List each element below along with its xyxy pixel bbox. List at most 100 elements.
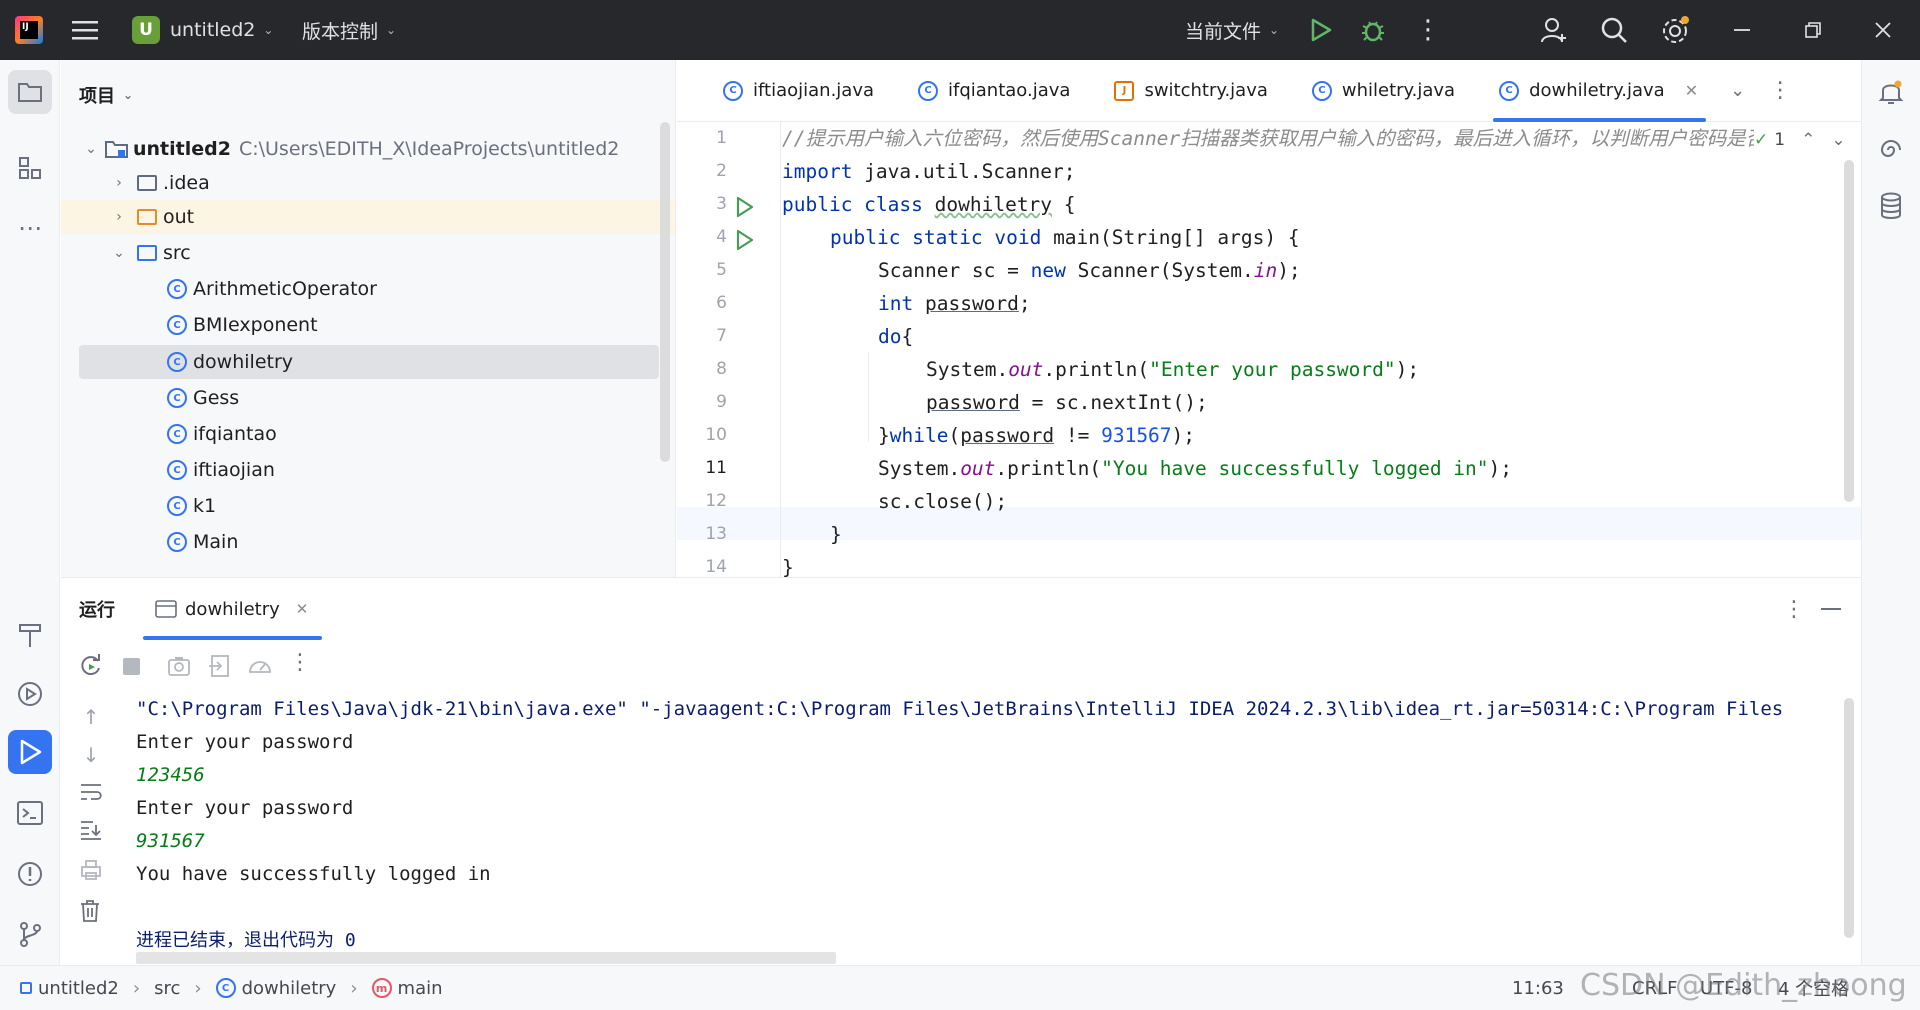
tree-item-class[interactable]: C Main: [167, 525, 747, 559]
tree-root-untitled2[interactable]: ⌄ untitled2 C:\Users\EDITH_X\IdeaProject…: [81, 132, 661, 166]
more-vertical-icon[interactable]: ⋮: [289, 650, 311, 675]
more-actions-button[interactable]: ⋮: [1415, 0, 1441, 60]
java-class-icon: C: [167, 460, 187, 480]
console-horizontal-scrollbar[interactable]: [136, 952, 836, 964]
tree-item-idea[interactable]: › .idea: [109, 166, 689, 200]
camera-icon[interactable]: [167, 655, 191, 677]
settings-button[interactable]: [1660, 0, 1690, 60]
main-menu-button[interactable]: [72, 0, 98, 60]
code-text: .println(: [1043, 358, 1150, 381]
close-tab-icon[interactable]: ✕: [296, 600, 309, 618]
problems-tool-button[interactable]: [8, 852, 52, 896]
breadcrumb-project[interactable]: untitled2: [20, 978, 119, 999]
search-everywhere-button[interactable]: [1600, 0, 1628, 60]
watermark-text: CSDN @Edith_zhoong: [1580, 968, 1907, 1003]
inspection-widget[interactable]: ✓ 1 ⌃ ⌄: [1754, 126, 1854, 154]
run-class-gutter-icon[interactable]: [735, 196, 755, 218]
breadcrumb-src[interactable]: src: [154, 978, 180, 999]
close-icon: [1875, 22, 1891, 38]
console-output[interactable]: "C:\Program Files\Java\jdk-21\bin\java.e…: [136, 693, 1848, 958]
tab-label: whiletry.java: [1341, 80, 1456, 101]
trash-icon[interactable]: [79, 899, 103, 923]
java-class-icon: C: [167, 532, 187, 552]
chevron-down-icon: ⌄: [263, 23, 274, 37]
database-tool-button[interactable]: [1869, 184, 1913, 228]
tab-switchtry[interactable]: J switchtry.java: [1092, 60, 1289, 122]
vcs-menu[interactable]: 版本控制 ⌄: [302, 0, 396, 60]
java-class-icon: C: [918, 80, 938, 101]
user-add-icon: [1541, 18, 1566, 43]
code-editor: C iftiaojian.java C ifqiantao.java J swi…: [677, 60, 1861, 577]
caret-position[interactable]: 11:63: [1512, 978, 1564, 999]
static-field: out: [960, 457, 996, 480]
editor-scrollbar[interactable]: [1844, 160, 1854, 502]
gutter-divider: [780, 122, 781, 577]
project-switcher[interactable]: U untitled2 ⌄: [132, 0, 273, 60]
tree-item-out[interactable]: › out: [61, 200, 675, 234]
build-tool-button[interactable]: [8, 613, 52, 657]
intellij-logo-icon[interactable]: IJ: [15, 16, 43, 44]
line-number-current: 11: [705, 458, 727, 478]
tab-more-button[interactable]: ⋮: [1755, 60, 1805, 122]
chevron-down-icon[interactable]: ⌄: [1831, 130, 1845, 150]
debug-button[interactable]: [1360, 0, 1386, 60]
code-area[interactable]: //提示用户输入六位密码，然后使用Scanner扫描器类获取用户输入的密码，最后…: [782, 122, 1842, 577]
tab-list-button[interactable]: ⌄: [1720, 60, 1755, 122]
console-vertical-scrollbar[interactable]: [1844, 698, 1854, 938]
chevron-down-icon: ⌄: [1730, 80, 1746, 101]
print-icon[interactable]: [79, 859, 103, 883]
chevron-up-icon[interactable]: ⌃: [1801, 130, 1815, 150]
project-scrollbar[interactable]: [660, 122, 670, 462]
code-line-10: }while(password != 931567);: [878, 419, 1195, 452]
line-number: 4: [716, 227, 727, 247]
services-tool-button[interactable]: [8, 672, 52, 716]
close-tab-icon[interactable]: ✕: [1685, 81, 1698, 100]
run-tool-button[interactable]: [8, 730, 52, 774]
notifications-button[interactable]: [1869, 70, 1913, 114]
arrow-up-icon[interactable]: ↑: [79, 705, 103, 729]
module-icon: [20, 982, 32, 994]
code-line-3: public class dowhiletry {: [782, 188, 1076, 221]
run-config-selector[interactable]: 当前文件 ⌄: [1185, 0, 1279, 60]
structure-tool-button[interactable]: [8, 146, 52, 190]
variable: password: [960, 424, 1055, 447]
close-window-button[interactable]: [1873, 0, 1893, 60]
tab-iftiaojian[interactable]: C iftiaojian.java: [677, 60, 896, 122]
minimize-button[interactable]: [1732, 0, 1752, 60]
minimize-panel-icon[interactable]: [1821, 608, 1841, 612]
chevron-down-icon: ⌄: [113, 245, 125, 261]
code-text: = sc.nextInt();: [1019, 391, 1208, 414]
project-tool-button[interactable]: [8, 70, 52, 114]
chevron-right-icon: ›: [194, 977, 202, 999]
terminal-tool-button[interactable]: [8, 791, 52, 835]
tree-item-class-selected[interactable]: C dowhiletry: [79, 345, 659, 379]
breadcrumb-class[interactable]: C dowhiletry: [215, 978, 336, 999]
tree-item-class[interactable]: C k1: [167, 489, 747, 523]
tree-item-src[interactable]: ⌄ src: [109, 236, 689, 270]
account-button[interactable]: [1540, 0, 1568, 60]
run-button[interactable]: [1310, 0, 1332, 60]
stop-icon[interactable]: [123, 658, 140, 675]
run-tab-dowhiletry[interactable]: dowhiletry ✕: [141, 578, 323, 640]
profiler-icon[interactable]: [247, 654, 273, 678]
arrow-down-icon[interactable]: ↓: [79, 743, 103, 767]
tree-item-label: k1: [193, 495, 217, 517]
line-number: 2: [716, 161, 727, 181]
run-main-gutter-icon[interactable]: [735, 229, 755, 251]
line-number: 9: [716, 392, 727, 412]
tab-dowhiletry[interactable]: C dowhiletry.java ✕: [1477, 60, 1720, 122]
scroll-to-end-icon[interactable]: [79, 819, 103, 843]
rerun-icon[interactable]: [79, 654, 103, 678]
exit-icon[interactable]: [209, 654, 231, 678]
console-prompt: Enter your password: [136, 731, 354, 753]
restore-button[interactable]: [1803, 0, 1823, 60]
soft-wrap-icon[interactable]: [79, 781, 103, 805]
project-panel-header[interactable]: 项目 ⌄: [79, 82, 133, 108]
ai-assistant-button[interactable]: [1869, 128, 1913, 172]
tab-ifqiantao[interactable]: C ifqiantao.java: [896, 60, 1092, 122]
breadcrumb-method[interactable]: m main: [371, 978, 443, 999]
tab-whiletry[interactable]: C whiletry.java: [1290, 60, 1477, 122]
git-tool-button[interactable]: [8, 912, 52, 956]
more-tools-button[interactable]: ⋯: [8, 206, 52, 250]
more-vertical-icon[interactable]: ⋮: [1783, 597, 1805, 622]
